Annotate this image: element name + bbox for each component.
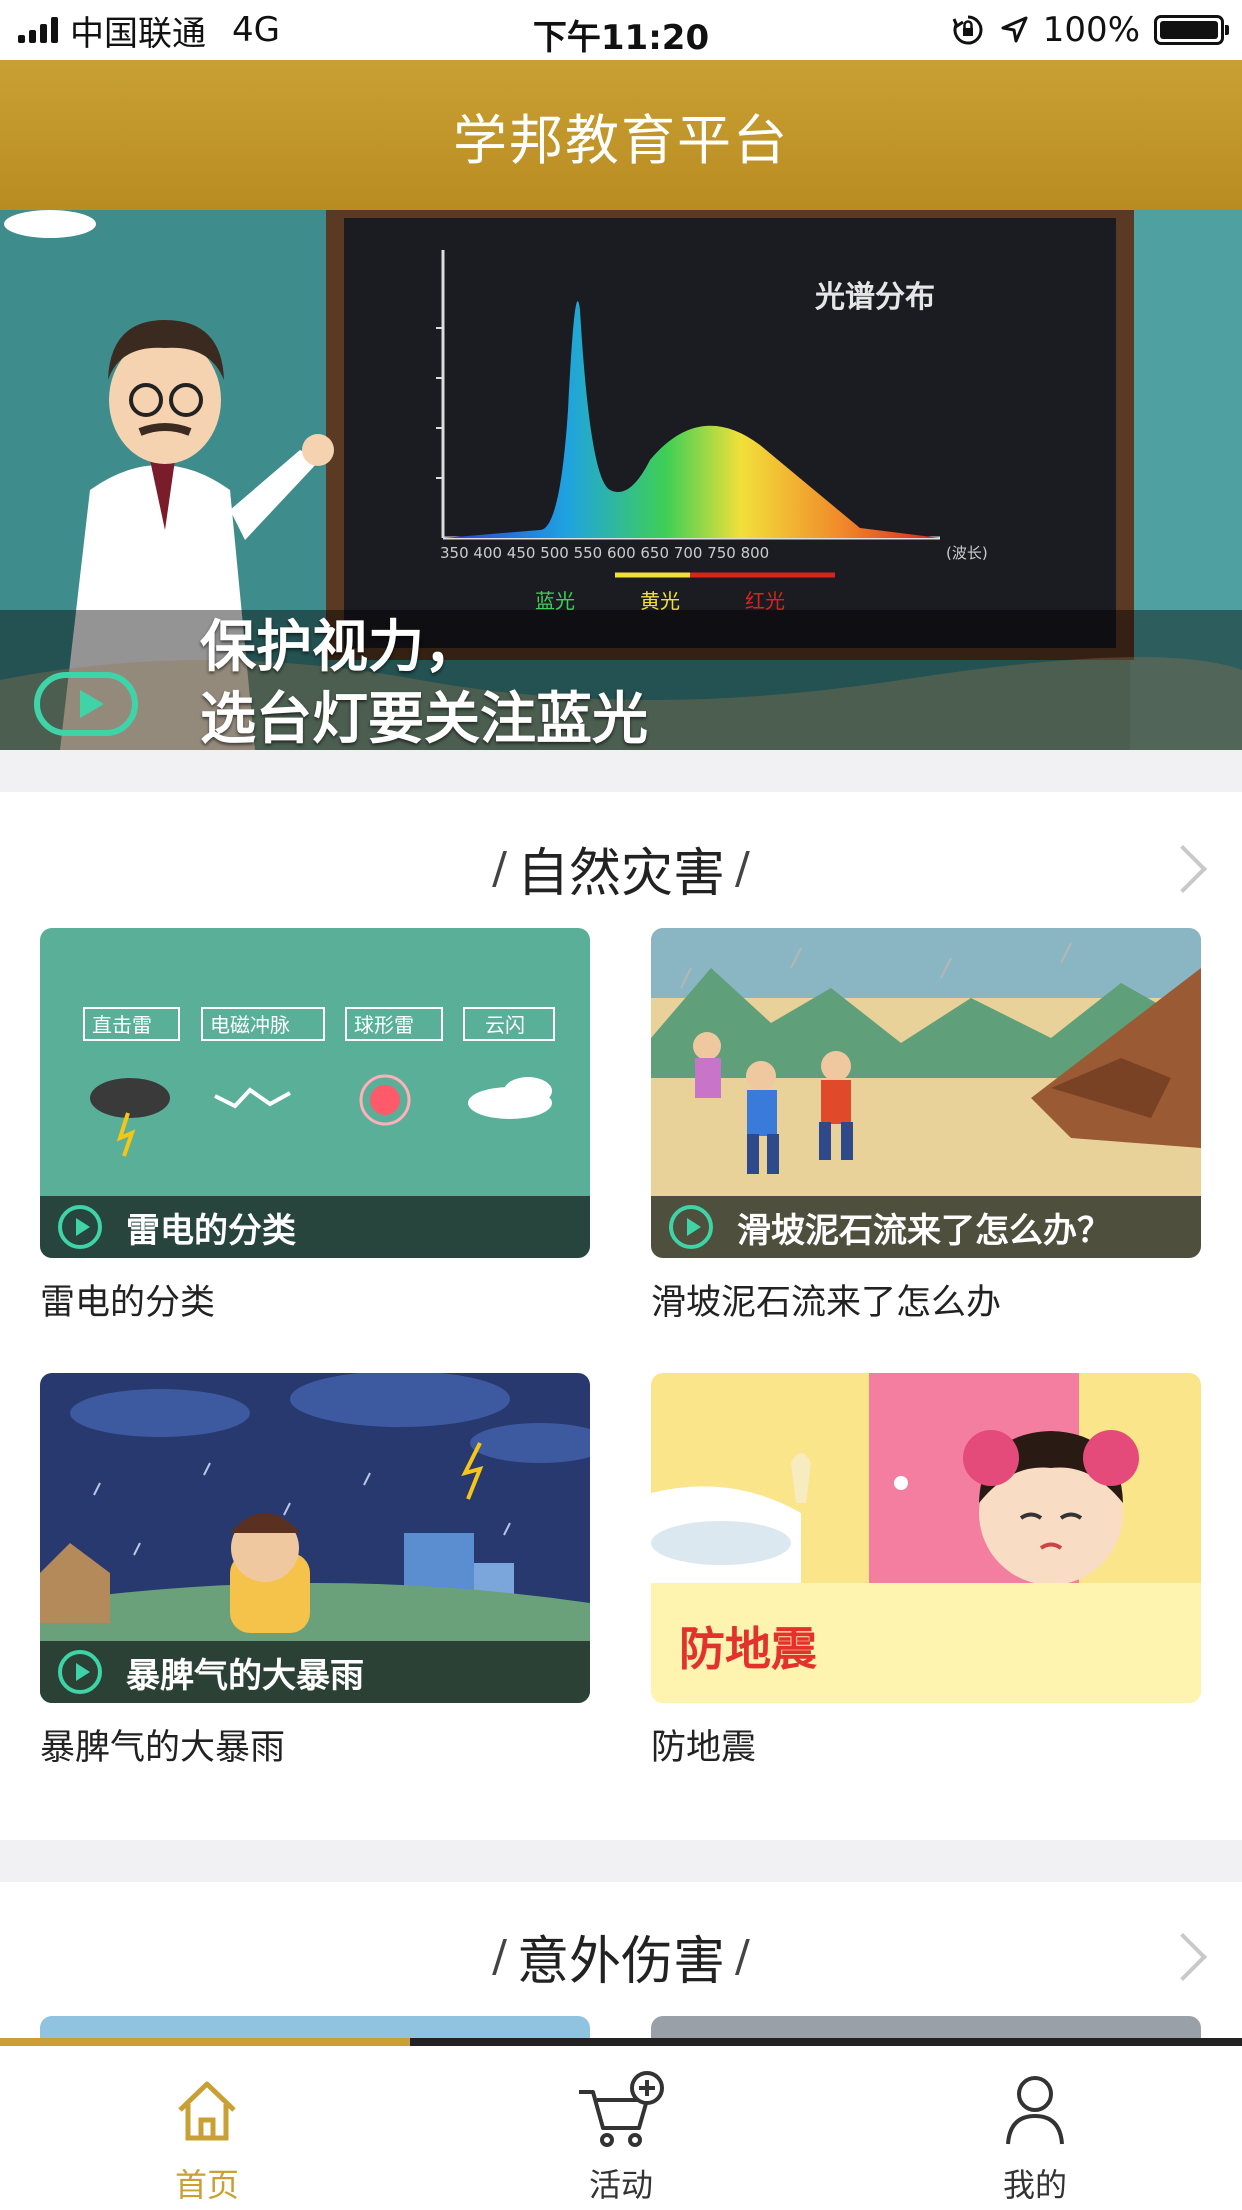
section-title: 自然灾害 [516,843,725,904]
logo-badge [4,210,96,238]
video-thumbnail[interactable]: 直击雷 电磁冲脉 球形雷 云闪 雷电的分类 [40,928,590,1258]
battery-percent: 100% [1042,10,1140,50]
home-icon [178,2081,236,2141]
video-card[interactable]: 暴脾气的大暴雨 暴脾气的大暴雨 [40,1373,590,1770]
banner-caption-line1: 保护视力， [200,615,480,680]
tab-mine[interactable]: 我的 [828,2064,1242,2204]
tab-activity[interactable]: 活动 [414,2064,828,2204]
video-overlay: 雷电的分类 [40,1196,590,1258]
video-card[interactable]: 防地震 防地震 [651,1373,1201,1770]
battery-icon [1154,15,1229,45]
spectrum-axis-unit: (波长) [946,544,988,562]
legend-blue: 蓝光 [535,589,575,613]
play-icon [58,1205,102,1249]
section-divider [0,750,1242,792]
video-thumbnail[interactable]: 滑坡泥石流来了怎么办？ [651,928,1201,1258]
location-arrow-icon [1001,16,1028,43]
cart-add-icon [579,2071,664,2147]
banner-chart-title: 光谱分布 [815,280,935,315]
card-title[interactable]: 雷电的分类 [40,1274,590,1325]
video-card[interactable]: 滑坡泥石流来了怎么办？ 滑坡泥石流来了怎么办 [651,928,1201,1325]
label-em: 电磁冲脉 [210,1013,290,1037]
slash-right: / [735,1930,750,1982]
banner-caption: 保护视力， 选台灯要关注蓝光 [200,612,648,750]
card-title[interactable]: 防地震 [651,1719,1201,1770]
section-divider [0,1840,1242,1882]
overlay-title: 滑坡泥石流来了怎么办？ [737,1210,1111,1251]
tab-label: 首页 [174,2166,239,2204]
user-icon [1006,2076,1064,2145]
banner-video[interactable]: 350 400 450 500 550 600 650 700 750 800 … [0,210,1242,750]
section-header-natural-disasters[interactable]: / 自然灾害 / [0,828,1242,908]
card-title[interactable]: 滑坡泥石流来了怎么办 [651,1274,1201,1325]
tab-home[interactable]: 首页 [0,2064,414,2204]
tab-label: 活动 [588,2166,653,2204]
orientation-lock-icon [952,15,983,45]
overlay-title: 雷电的分类 [126,1210,296,1251]
video-overlay: 暴脾气的大暴雨 [40,1641,590,1703]
tab-label: 我的 [1002,2166,1067,2204]
tab-bar: 首页 活动 我的 [0,2038,1242,2210]
app-title: 学邦教育平台 [453,108,789,172]
status-bar: 中国联通 4G 下午11:20 100% [0,0,1242,60]
slash-right: / [735,842,750,894]
legend-red: 红光 [745,589,785,613]
video-thumbnail[interactable]: 暴脾气的大暴雨 [40,1373,590,1703]
section-header-accidental-injury[interactable]: / 意外伤害 / [0,1916,1242,1996]
label-direct: 直击雷 [92,1013,152,1037]
slash-left: / [492,842,507,894]
slash-left: / [492,1930,507,1982]
card-title[interactable]: 暴脾气的大暴雨 [40,1719,590,1770]
video-progress-fill [0,2038,410,2046]
video-overlay: 滑坡泥石流来了怎么办？ [651,1196,1201,1258]
video-thumbnail[interactable]: 防地震 [651,1373,1201,1703]
play-icon [58,1650,102,1694]
status-right: 100% [951,10,1229,50]
app-bar: 学邦教育平台 [0,60,1242,210]
play-icon[interactable] [34,672,138,736]
label-ball: 球形雷 [354,1013,414,1037]
label-cloud: 云闪 [485,1013,525,1037]
video-progress-bar [0,2038,1242,2046]
spectrum-axis-ticks: 350 400 450 500 550 600 650 700 750 800 [440,544,769,562]
overlay-title: 暴脾气的大暴雨 [126,1655,364,1696]
legend-yellow: 黄光 [640,589,680,613]
video-card[interactable]: 直击雷 电磁冲脉 球形雷 云闪 雷电的分类 雷电的分类 [40,928,590,1325]
battery-fill [1160,21,1218,39]
section-title: 意外伤害 [516,1931,725,1992]
banner-caption-line2: 选台灯要关注蓝光 [200,687,648,750]
thumbnail-caption: 防地震 [679,1622,817,1676]
play-icon [669,1205,713,1249]
